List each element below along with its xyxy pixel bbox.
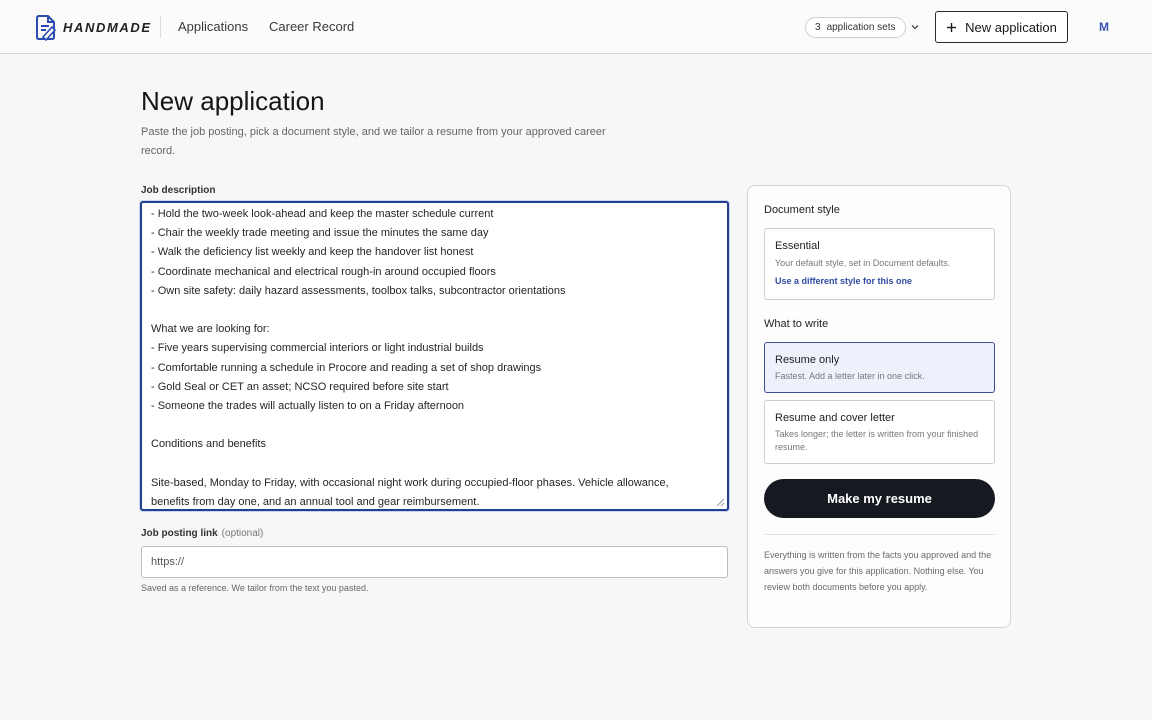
job-description-line: - Chair the weekly trade meeting and iss… [151,227,489,240]
nav-divider [160,16,161,38]
document-style-description: Your default style, set in Document defa… [775,258,951,268]
option-description: Takes longer; the letter is written from… [775,429,979,452]
page-title: New application [141,86,325,116]
what-to-write-heading: What to write [764,318,829,330]
job-description-line: - Someone the trades will actually liste… [151,399,465,412]
job-description-line: - Gold Seal or CET an asset; NCSO requir… [151,380,449,393]
brand-logo[interactable]: HANDMADE [34,13,152,41]
job-description-line [151,416,717,435]
nav-career-record[interactable]: Career Record [269,19,354,34]
job-posting-link-input[interactable]: https:// [141,546,728,578]
new-application-button[interactable]: New application [935,11,1068,43]
option-resume-and-cover-letter[interactable]: Resume and cover letter Takes longer; th… [764,400,995,464]
option-title: Resume only [775,354,840,366]
application-sets-label: application sets [826,22,896,33]
job-description-line: - Own site safety: daily hazard assessme… [151,284,566,297]
page-subtitle: Paste the job posting, pick a document s… [141,126,606,157]
job-description-line: - Walk the deficiency list weekly and ke… [151,246,474,259]
application-sets-count: 3 [815,22,821,33]
job-description-line: What we are looking for: [151,323,270,336]
document-pen-icon [36,15,57,41]
job-posting-link-label: Job posting link (optional) [141,528,263,539]
panel-divider [764,534,995,535]
job-posting-link-label-text: Job posting link [141,528,218,539]
job-description-line: Site-based, Monday to Friday, with occas… [151,476,669,489]
document-style-title: Essential [775,240,820,252]
brand-name: HANDMADE [63,19,152,35]
new-application-label: New application [965,19,1057,35]
job-description-line: Conditions and benefits [151,438,266,451]
option-description: Fastest. Add a letter later in one click… [775,371,925,381]
make-my-resume-button[interactable]: Make my resume [764,479,995,518]
top-bar: HANDMADE Applications Career Record 3 ap… [0,0,1152,54]
chevron-down-icon[interactable] [909,21,921,33]
job-description-line: - Five years supervising commercial inte… [151,342,484,355]
job-description-label: Job description [141,185,216,196]
document-style-card[interactable]: Essential Your default style, set in Doc… [764,228,995,300]
option-resume-only[interactable]: Resume only Fastest. Add a letter later … [764,342,995,393]
job-description-line: - Hold the two-week look-ahead and keep … [151,208,494,220]
job-description-line [151,301,717,320]
job-description-line: - Comfortable running a schedule in Proc… [151,361,542,374]
plus-icon [947,22,957,32]
optional-label: (optional) [221,528,264,539]
job-description-textarea[interactable]: - Hold the two-week look-ahead and keep … [140,201,729,511]
resize-grip-icon[interactable] [716,498,725,507]
job-description-line [151,454,717,473]
job-posting-link-help: Saved as a reference. We tailor from the… [141,583,369,593]
application-sets-selector[interactable]: 3 application sets [805,17,906,38]
job-description-text: - Hold the two-week look-ahead and keep … [151,205,717,509]
change-style-link[interactable]: Use a different style for this one [775,276,912,286]
options-panel: Document style Essential Your default st… [747,185,1011,628]
nav-applications[interactable]: Applications [178,19,248,34]
document-style-heading: Document style [764,204,840,216]
job-description-line: benefits from day one, and an annual too… [151,495,480,508]
job-posting-link-placeholder: https:// [151,556,185,568]
option-title: Resume and cover letter [775,412,895,424]
avatar[interactable]: M [1090,14,1118,40]
panel-note: Everything is written from the facts you… [764,550,992,592]
job-description-line: - Coordinate mechanical and electrical r… [151,265,496,278]
